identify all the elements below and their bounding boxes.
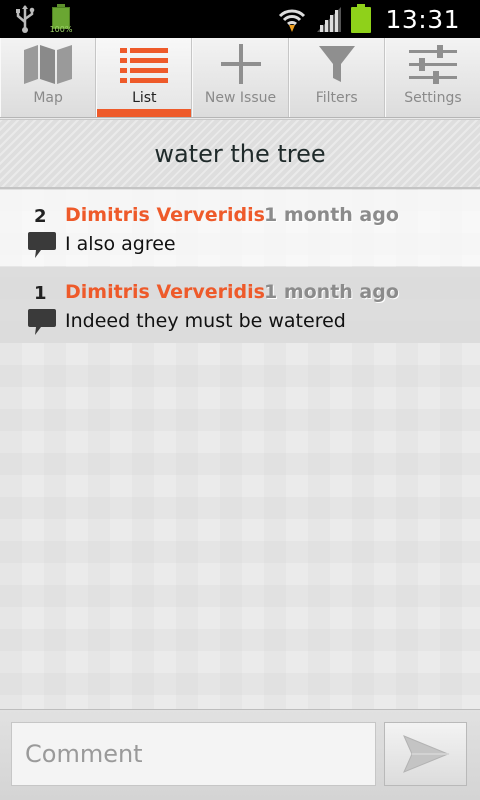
tab-settings[interactable]: Settings [384, 38, 480, 117]
battery-icon [351, 4, 372, 34]
comment-author: Dimitris Ververidis [65, 204, 265, 226]
tab-new-issue[interactable]: New Issue [192, 38, 289, 117]
tab-label: New Issue [204, 90, 277, 106]
comment-number: 1 [34, 283, 47, 304]
list-item[interactable]: 2 Dimitris Ververidis 1 month ago I also… [0, 190, 480, 266]
battery-percent: 100% [49, 25, 73, 34]
tab-filters[interactable]: Filters [288, 38, 385, 117]
filter-icon [318, 46, 355, 82]
comment-input[interactable] [11, 722, 376, 786]
status-bar: 100% 13:31 [0, 0, 480, 38]
comment-time: 1 month ago [264, 281, 399, 303]
usb-icon [16, 5, 35, 33]
list-item[interactable]: 1 Dimitris Ververidis 1 month ago Indeed… [0, 267, 480, 343]
send-icon [402, 735, 449, 773]
speech-bubble-icon [28, 232, 56, 258]
speech-bubble-icon [28, 309, 56, 335]
issue-title: water the tree [154, 139, 326, 168]
tab-label: Filters [315, 90, 358, 106]
map-icon [24, 45, 73, 84]
tab-label: Settings [404, 90, 462, 106]
comment-composer [0, 709, 480, 800]
clock: 13:31 [385, 4, 460, 34]
tab-label: List [132, 90, 157, 106]
comment-text: Indeed they must be watered [65, 310, 346, 332]
signal-icon [317, 7, 342, 32]
plus-icon [220, 44, 261, 84]
tab-map[interactable]: Map [0, 38, 97, 117]
comment-author: Dimitris Ververidis [65, 281, 265, 303]
send-button[interactable] [384, 722, 467, 786]
battery-icon: 100% [50, 4, 72, 34]
comment-text: I also agree [65, 233, 176, 255]
comment-list[interactable]: 2 Dimitris Ververidis 1 month ago I also… [0, 189, 480, 709]
wifi-icon [279, 9, 306, 32]
active-tab-indicator [97, 109, 192, 117]
list-icon [120, 48, 169, 83]
tab-bar: Map List New Issue Filters Settings [0, 38, 480, 118]
tab-list[interactable]: List [96, 38, 193, 117]
tab-label: Map [33, 90, 63, 106]
comment-number: 2 [34, 206, 47, 227]
issue-title-bar: water the tree [0, 119, 480, 189]
sliders-icon [408, 45, 457, 84]
comment-time: 1 month ago [264, 204, 399, 226]
